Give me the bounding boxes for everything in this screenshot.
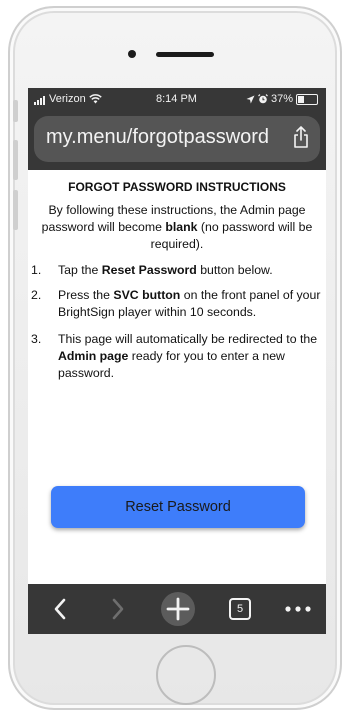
step-text: Press the SVC button on the front panel …	[58, 287, 323, 321]
step-bold: SVC button	[113, 288, 181, 302]
more-dots-icon	[285, 606, 311, 612]
plus-circle-icon	[161, 592, 195, 626]
alarm-clock-icon	[258, 94, 268, 104]
front-camera	[128, 50, 136, 58]
step-number: 2.	[31, 288, 42, 302]
carrier-label: Verizon	[49, 93, 86, 105]
chevron-left-icon	[54, 598, 66, 620]
address-bar[interactable]: my.menu/forgotpassword	[34, 116, 320, 162]
step-text-start: Press the	[58, 288, 114, 302]
forward-button[interactable]	[98, 584, 138, 634]
home-button[interactable]	[156, 645, 216, 705]
status-bar: Verizon 8:14 PM 37%	[28, 88, 326, 110]
tabs-count: 5	[236, 603, 244, 615]
intro-bold: blank	[165, 220, 198, 234]
step-text-end: button below.	[196, 263, 273, 277]
step-bold: Admin page	[58, 349, 129, 363]
step-text-start: This page will automatically be redirect…	[58, 332, 318, 346]
new-tab-button[interactable]	[156, 584, 200, 634]
wifi-icon	[88, 94, 102, 104]
location-arrow-icon	[246, 95, 255, 103]
battery-percent: 37%	[270, 93, 293, 105]
step-number: 1.	[31, 263, 42, 277]
step-text: This page will automatically be redirect…	[58, 331, 323, 382]
intro-text: By following these instructions, the Adm…	[40, 202, 314, 253]
browser-top-bar: Verizon 8:14 PM 37% my.menu/forgotpasswo…	[28, 88, 326, 170]
url-text: my.menu/forgotpassword	[46, 126, 270, 148]
volume-down-button	[13, 190, 18, 230]
back-button[interactable]	[40, 584, 80, 634]
phone-screen: Verizon 8:14 PM 37% my.menu/forgotpasswo…	[28, 88, 326, 634]
chevron-right-icon	[112, 598, 124, 620]
volume-up-button	[13, 140, 18, 180]
more-button[interactable]	[278, 584, 318, 634]
mute-switch	[13, 100, 18, 122]
status-time: 8:14 PM	[156, 93, 197, 105]
earpiece-speaker	[156, 52, 214, 57]
step-number: 3.	[31, 332, 42, 346]
battery-icon	[296, 93, 318, 105]
reset-password-button[interactable]: Reset Password	[51, 486, 305, 528]
page-title: FORGOT PASSWORD INSTRUCTIONS	[68, 180, 286, 194]
step-text: Tap the Reset Password button below.	[58, 262, 323, 279]
tabs-button[interactable]: 5	[220, 584, 260, 634]
step-bold: Reset Password	[101, 263, 197, 277]
step-text-start: Tap the	[58, 263, 102, 277]
browser-toolbar: 5	[28, 584, 326, 634]
signal-icon	[34, 93, 46, 105]
tabs-icon: 5	[229, 598, 251, 620]
share-icon[interactable]	[292, 126, 310, 148]
